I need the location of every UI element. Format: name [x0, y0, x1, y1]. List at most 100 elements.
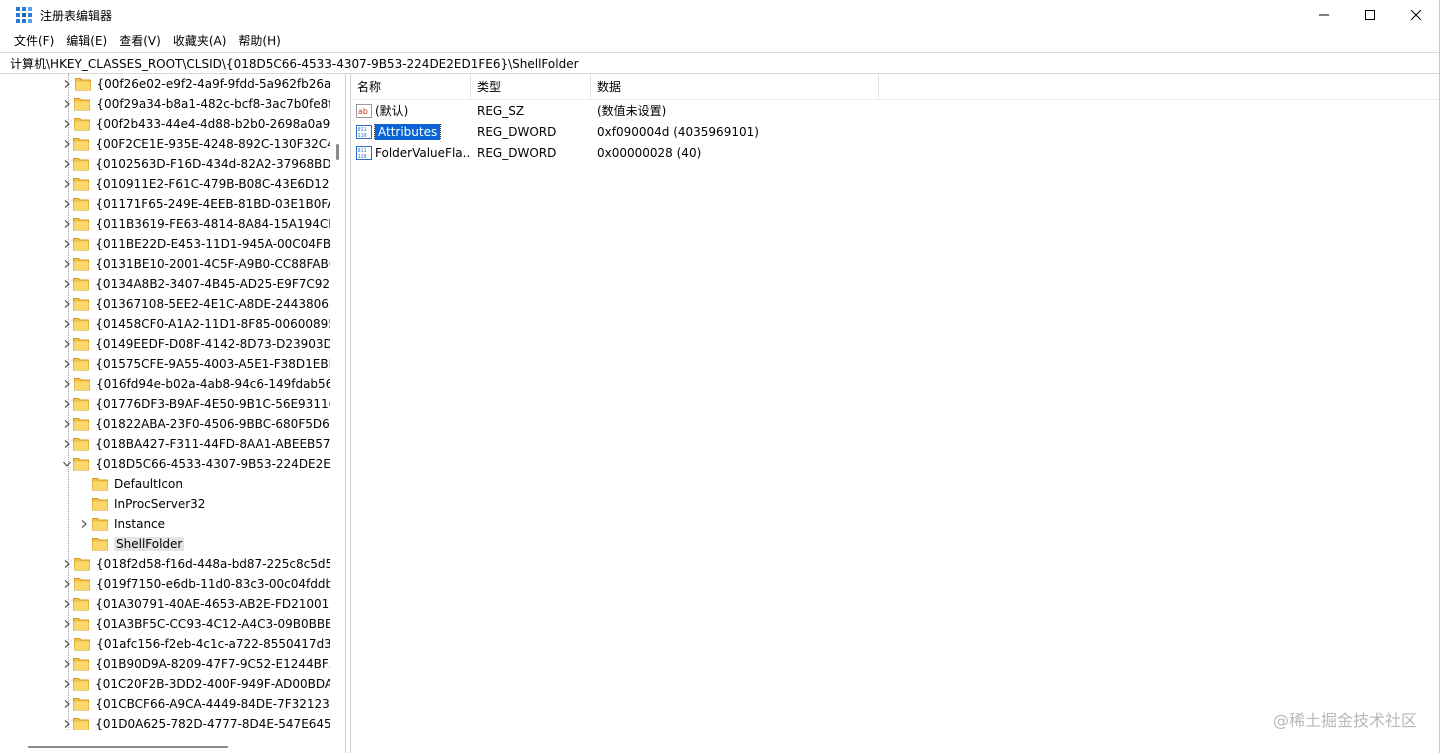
menu-file[interactable]: 文件(F): [8, 30, 60, 52]
tree-item[interactable]: {01CBCF66-A9CA-4449-84DE-7F321232E3A0}: [0, 694, 330, 714]
tree-expander[interactable]: [60, 594, 73, 614]
menu-view[interactable]: 查看(V): [113, 30, 167, 52]
tree-item[interactable]: {01B90D9A-8209-47F7-9C52-E1244BF50CED}: [0, 654, 330, 674]
minimize-button[interactable]: [1301, 0, 1347, 30]
tree-item[interactable]: {00F2CE1E-935E-4248-892C-130F32C45CB4}: [0, 134, 330, 154]
tree-expander[interactable]: [60, 674, 73, 694]
tree-item[interactable]: {01D0A625-782D-4777-8D4E-547E6457FAD5}: [0, 714, 330, 730]
folder-icon: [73, 598, 90, 611]
menu-edit[interactable]: 编辑(E): [60, 30, 113, 52]
tree-item-expanded[interactable]: {018D5C66-4533-4307-9B53-224DE2ED1FE6}: [0, 454, 330, 474]
chevron-right-icon: [64, 620, 70, 628]
address-bar[interactable]: 计算机\HKEY_CLASSES_ROOT\CLSID\{018D5C66-45…: [0, 52, 1439, 74]
tree-child-item[interactable]: ShellFolder: [0, 534, 330, 554]
maximize-button[interactable]: [1347, 0, 1393, 30]
tree-item[interactable]: {010911E2-F61C-479B-B08C-43E6D1299EFB}: [0, 174, 330, 194]
column-name[interactable]: 名称: [351, 73, 471, 100]
tree-expander[interactable]: [60, 714, 73, 730]
tree-item[interactable]: {01C20F2B-3DD2-400F-949F-AD00BDAB1D41}: [0, 674, 330, 694]
tree-child-item[interactable]: Instance: [0, 514, 330, 534]
tree-expander[interactable]: [60, 314, 73, 334]
tree-item[interactable]: {00f2b433-44e4-4d88-b2b0-2698a0a91dba}: [0, 114, 330, 134]
tree-vertical-scrollbar[interactable]: [331, 74, 345, 730]
tree-item[interactable]: {01575CFE-9A55-4003-A5E1-F38D1EBDCBE1}: [0, 354, 330, 374]
tree-expander[interactable]: [60, 254, 73, 274]
tree-item[interactable]: {016fd94e-b02a-4ab8-94c6-149fdab56bb0}: [0, 374, 330, 394]
tree-expander[interactable]: [60, 434, 73, 454]
tree-horizontal-scrollbar[interactable]: [0, 741, 345, 753]
tree-expander[interactable]: [60, 274, 73, 294]
menu-favorites[interactable]: 收藏夹(A): [167, 30, 233, 52]
tree-expander[interactable]: [60, 174, 73, 194]
tree-expander[interactable]: [60, 334, 73, 354]
tree-item[interactable]: {00f26e02-e9f2-4a9f-9fdd-5a962fb26a98}: [0, 74, 330, 94]
tree-expander[interactable]: [60, 454, 73, 474]
menu-help[interactable]: 帮助(H): [232, 30, 286, 52]
folder-icon: [73, 718, 90, 730]
tree-expander[interactable]: [60, 614, 73, 634]
tree-item[interactable]: {01458CF0-A1A2-11D1-8F85-00600895E7D5}: [0, 314, 330, 334]
value-data: 0xf090004d (4035969101): [597, 124, 759, 139]
tree-expander[interactable]: [60, 394, 73, 414]
tree-expander[interactable]: [60, 294, 73, 314]
key-tree: {00f26e02-e9f2-4a9f-9fdd-5a962fb26a98} {0…: [0, 74, 330, 730]
folder-icon: [73, 138, 90, 151]
tree-item[interactable]: {018BA427-F311-44FD-8AA1-ABEEB5773B0D}: [0, 434, 330, 454]
value-row[interactable]: ab (默认) REG_SZ (数值未设置): [351, 100, 1439, 121]
tree-item-label: InProcServer32: [114, 497, 206, 511]
folder-icon: [73, 158, 90, 171]
folder-icon: [73, 218, 90, 231]
tree-expander[interactable]: [60, 94, 74, 114]
tree-item-label: {018BA427-F311-44FD-8AA1-ABEEB5773B0D}: [95, 437, 330, 451]
close-button[interactable]: [1393, 0, 1439, 30]
tree-child-item[interactable]: InProcServer32: [0, 494, 330, 514]
tree-item[interactable]: {00f29a34-b8a1-482c-bcf8-3ac7b0fe8f62}: [0, 94, 330, 114]
tree-expander[interactable]: [76, 514, 92, 534]
tree-expander: [76, 534, 92, 554]
tree-item[interactable]: {0134A8B2-3407-4B45-AD25-E9F7C92A80BC}: [0, 274, 330, 294]
tree-item[interactable]: {01afc156-f2eb-4c1c-a722-8550417d396f}: [0, 634, 330, 654]
tree-expander: [76, 474, 92, 494]
tree-item[interactable]: {011BE22D-E453-11D1-945A-00C04FB984F9}: [0, 234, 330, 254]
tree-expander[interactable]: [60, 574, 74, 594]
values-list: ab (默认) REG_SZ (数值未设置) 011 110 Attributes REG_D…: [351, 100, 1439, 163]
tree-expander[interactable]: [60, 354, 73, 374]
tree-expander[interactable]: [60, 554, 74, 574]
tree-expander[interactable]: [60, 694, 73, 714]
tree-expander[interactable]: [60, 194, 73, 214]
tree-item[interactable]: {01A30791-40AE-4653-AB2E-FD210019AE88}: [0, 594, 330, 614]
tree-expander[interactable]: [60, 374, 74, 394]
tree-expander[interactable]: [60, 414, 73, 434]
tree-item-label: {0134A8B2-3407-4B45-AD25-E9F7C92A80BC}: [95, 277, 330, 291]
tree-expander[interactable]: [60, 74, 75, 94]
tree-item[interactable]: {01822ABA-23F0-4506-9BBC-680F5D6D606C}: [0, 414, 330, 434]
tree-item-label: {01822ABA-23F0-4506-9BBC-680F5D6D606C}: [95, 417, 330, 431]
value-row[interactable]: 011 110 FolderValueFla... REG_DWORD 0x000000…: [351, 142, 1439, 163]
tree-expander[interactable]: [60, 654, 73, 674]
tree-expander[interactable]: [60, 214, 73, 234]
tree-item[interactable]: {01367108-5EE2-4E1C-A8DE-24438065ABC9}: [0, 294, 330, 314]
tree-item[interactable]: {01776DF3-B9AF-4E50-9B1C-56E93116D704}: [0, 394, 330, 414]
tree-expander[interactable]: [60, 634, 74, 654]
tree-item[interactable]: {011B3619-FE63-4814-8A84-15A194CE9CE3}: [0, 214, 330, 234]
tree-item-label: {0131BE10-2001-4C5F-A9B0-CC88FAB64CE8}: [95, 257, 330, 271]
string-value-icon: ab: [356, 103, 372, 118]
column-type[interactable]: 类型: [471, 73, 591, 100]
tree-expander[interactable]: [60, 114, 74, 134]
tree-expander[interactable]: [60, 234, 73, 254]
tree-item[interactable]: {018f2d58-f16d-448a-bd87-225c8c5d5c94}: [0, 554, 330, 574]
folder-icon: [92, 498, 108, 511]
tree-expander[interactable]: [60, 134, 73, 154]
tree-item[interactable]: {0102563D-F16D-434d-82A2-37968BD3E31E}: [0, 154, 330, 174]
folder-icon: [73, 178, 90, 191]
tree-item[interactable]: {0131BE10-2001-4C5F-A9B0-CC88FAB64CE8}: [0, 254, 330, 274]
tree-item[interactable]: {019f7150-e6db-11d0-83c3-00c04fddb82e}: [0, 574, 330, 594]
value-row[interactable]: 011 110 Attributes REG_DWORD 0xf090004d (403…: [351, 121, 1439, 142]
tree-item[interactable]: {01171F65-249E-4EEB-81BD-03E1B0FA1873}: [0, 194, 330, 214]
tree-expander[interactable]: [60, 154, 73, 174]
column-data[interactable]: 数据: [591, 73, 879, 100]
tree-item[interactable]: {0149EEDF-D08F-4142-8D73-D23903D21E90}: [0, 334, 330, 354]
tree-child-item[interactable]: DefaultIcon: [0, 474, 330, 494]
maximize-icon: [1365, 10, 1375, 20]
tree-item[interactable]: {01A3BF5C-CC93-4C12-A4C3-09B0BBE7F63F}: [0, 614, 330, 634]
